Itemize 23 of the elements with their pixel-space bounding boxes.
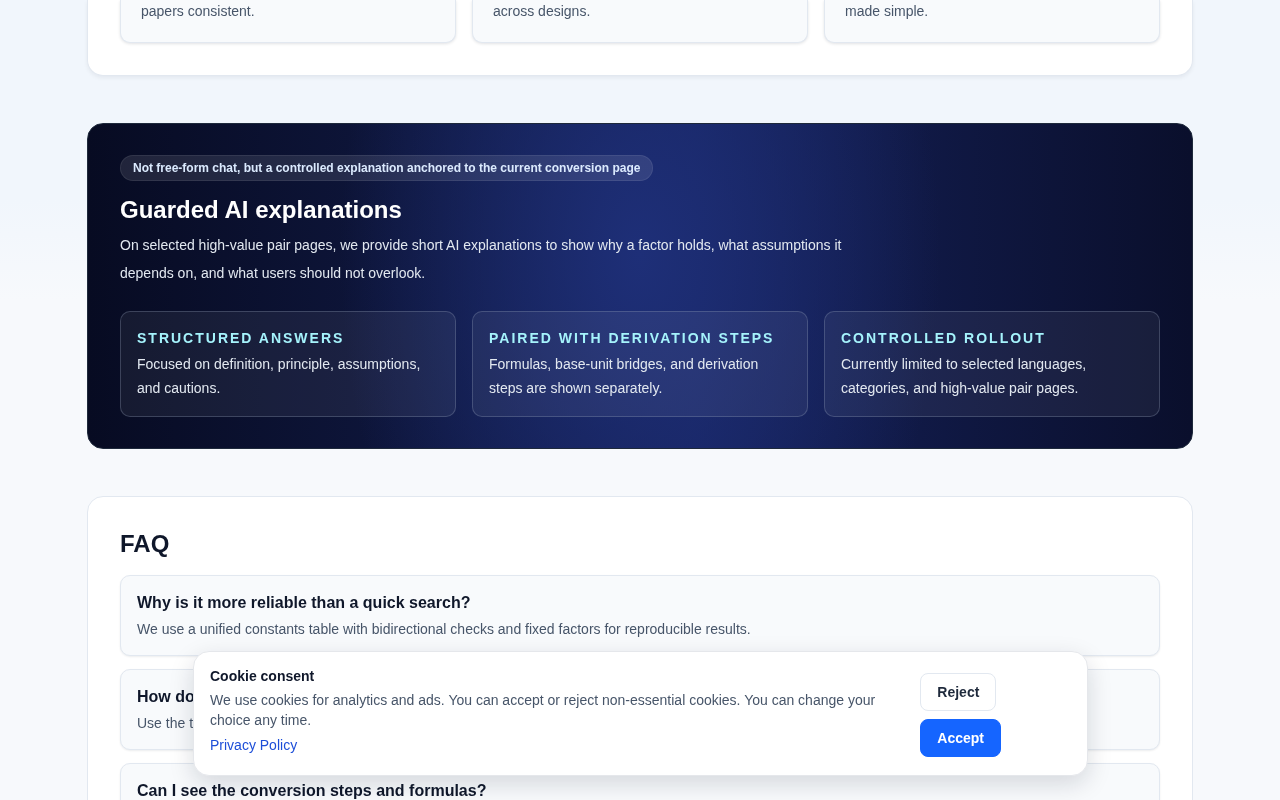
faq-question: Why is it more reliable than a quick search?: [137, 593, 471, 613]
faq-answer: Use the t: [137, 714, 194, 732]
section-title: Guarded AI explanations: [120, 195, 402, 225]
reject-button[interactable]: Reject: [920, 673, 997, 711]
privacy-link[interactable]: Privacy Policy: [210, 737, 298, 753]
section-description: On selected high-value pair pages, we provide short AI explanations to show why a factor holds, what assumptions it depends on, and what users should not overlook.: [120, 236, 843, 283]
card-text: made simple.: [845, 2, 929, 21]
feature-text: Formulas, base-unit bridges, and derivation steps are shown separately.: [489, 355, 760, 398]
feature-title: PAIRED WITH DERIVATION STEPS: [489, 330, 775, 346]
info-badge: Not free-form chat, but a controlled explanation anchored to the current conversion page: [120, 155, 654, 181]
faq-item[interactable]: Why is it more reliable than a quick search? We use a unified constants table with bidirectional checks and fixed factors for reproducible results.: [120, 575, 1160, 656]
feature-title: STRUCTURED ANSWERS: [137, 330, 345, 346]
feature-title: CONTROLLED ROLLOUT: [841, 330, 1046, 346]
feature-text: Focused on definition, principle, assumptions, and cautions.: [137, 355, 422, 398]
card-text: across designs.: [493, 2, 591, 21]
banner-text: We use cookies for analytics and ads. You can accept or reject non-essential cookies. You can change your choice any time.: [210, 691, 877, 730]
section-title: FAQ: [120, 529, 170, 559]
faq-question: Can I see the conversion steps and formulas?: [137, 781, 487, 800]
faq-answer: We use a unified constants table with bidirectional checks and fixed factors for reproducible results.: [137, 620, 751, 638]
feature-text: Currently limited to selected languages, categories, and high-value pair pages.: [841, 355, 1088, 398]
accept-button[interactable]: Accept: [920, 719, 1001, 757]
banner-title: Cookie consent: [210, 668, 316, 684]
card-text: papers consistent.: [141, 2, 255, 21]
